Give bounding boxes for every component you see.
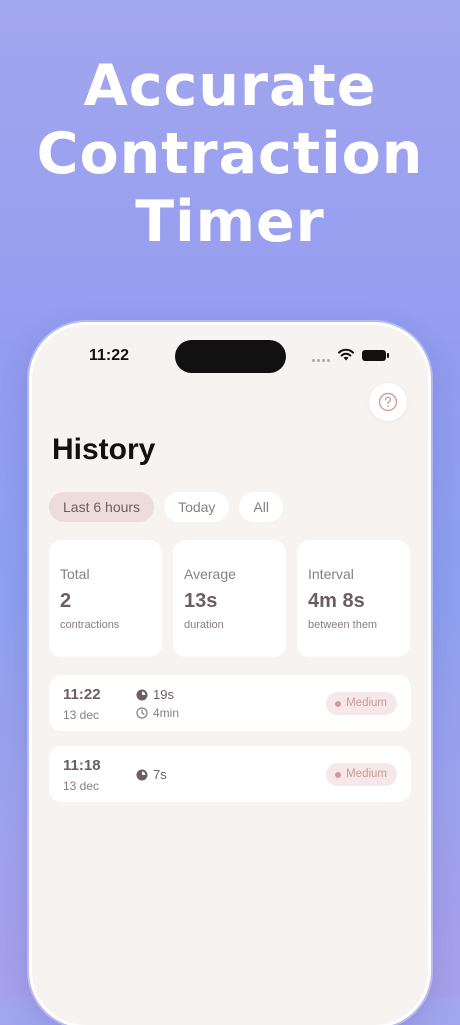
contraction-entry[interactable]: 11:22 13 dec 19s 4min Medium: [49, 675, 411, 731]
time-filter-tabs: Last 6 hours Today All: [49, 492, 283, 522]
stat-value: 4m 8s: [308, 590, 365, 612]
contraction-entry[interactable]: 11:18 13 dec 7s Medium: [49, 746, 411, 802]
stopwatch-icon: [136, 689, 148, 700]
stat-sub: duration: [184, 619, 224, 631]
help-button[interactable]: [369, 383, 407, 421]
interval-metric: 4min: [136, 706, 179, 720]
filter-last-6-hours[interactable]: Last 6 hours: [49, 492, 155, 522]
stat-card-average: Average 13s duration: [173, 540, 286, 657]
duration-metric: 7s: [136, 767, 167, 782]
signal-icon: [312, 359, 330, 362]
entry-date: 13 dec: [63, 708, 100, 722]
clock-icon: [136, 707, 148, 719]
entry-time: 11:22: [63, 686, 101, 703]
entry-time: 11:18: [63, 757, 101, 774]
battery-cap: [387, 353, 389, 358]
dynamic-island: [175, 340, 286, 373]
stat-label: Average: [184, 566, 236, 582]
stat-sub: between them: [308, 619, 378, 631]
stat-value: 2: [60, 590, 72, 612]
headline-line-1: Accurate: [83, 53, 377, 119]
status-bar-time: 11:22: [89, 347, 130, 364]
filter-all[interactable]: All: [239, 492, 283, 522]
stopwatch-icon: [136, 769, 148, 780]
stat-card-total: Total 2 contractions: [49, 540, 162, 657]
intensity-dot: [335, 771, 342, 778]
stat-sub: contractions: [60, 619, 120, 631]
duration-value: 19s: [153, 687, 174, 702]
duration-metric: 19s: [136, 687, 174, 702]
intensity-dot: [335, 700, 342, 707]
duration-value: 7s: [153, 767, 167, 782]
intensity-label: Medium: [346, 768, 387, 780]
entry-date: 13 dec: [63, 779, 100, 793]
wifi-icon: [338, 348, 354, 361]
promo-headline: Accurate Contraction Timer: [0, 52, 460, 256]
headline-line-3: Timer: [135, 189, 325, 255]
question-circle-icon: [378, 392, 398, 412]
interval-value: 4min: [153, 706, 180, 720]
battery-icon: [362, 350, 386, 361]
intensity-label: Medium: [346, 697, 387, 709]
stats-row: Total 2 contractions Average 13s duratio…: [49, 540, 411, 657]
page-title: History: [52, 433, 156, 466]
stat-label: Interval: [308, 566, 354, 582]
intensity-badge: Medium: [326, 692, 397, 715]
stat-card-interval: Interval 4m 8s between them: [297, 540, 410, 657]
stat-label: Total: [60, 566, 90, 582]
stat-value: 13s: [184, 590, 218, 612]
headline-line-2: Contraction: [36, 121, 424, 187]
filter-today[interactable]: Today: [164, 492, 230, 522]
intensity-badge: Medium: [326, 763, 397, 786]
phone-frame: 11:22 History Last 6 hours Today All Tot…: [32, 325, 428, 1025]
